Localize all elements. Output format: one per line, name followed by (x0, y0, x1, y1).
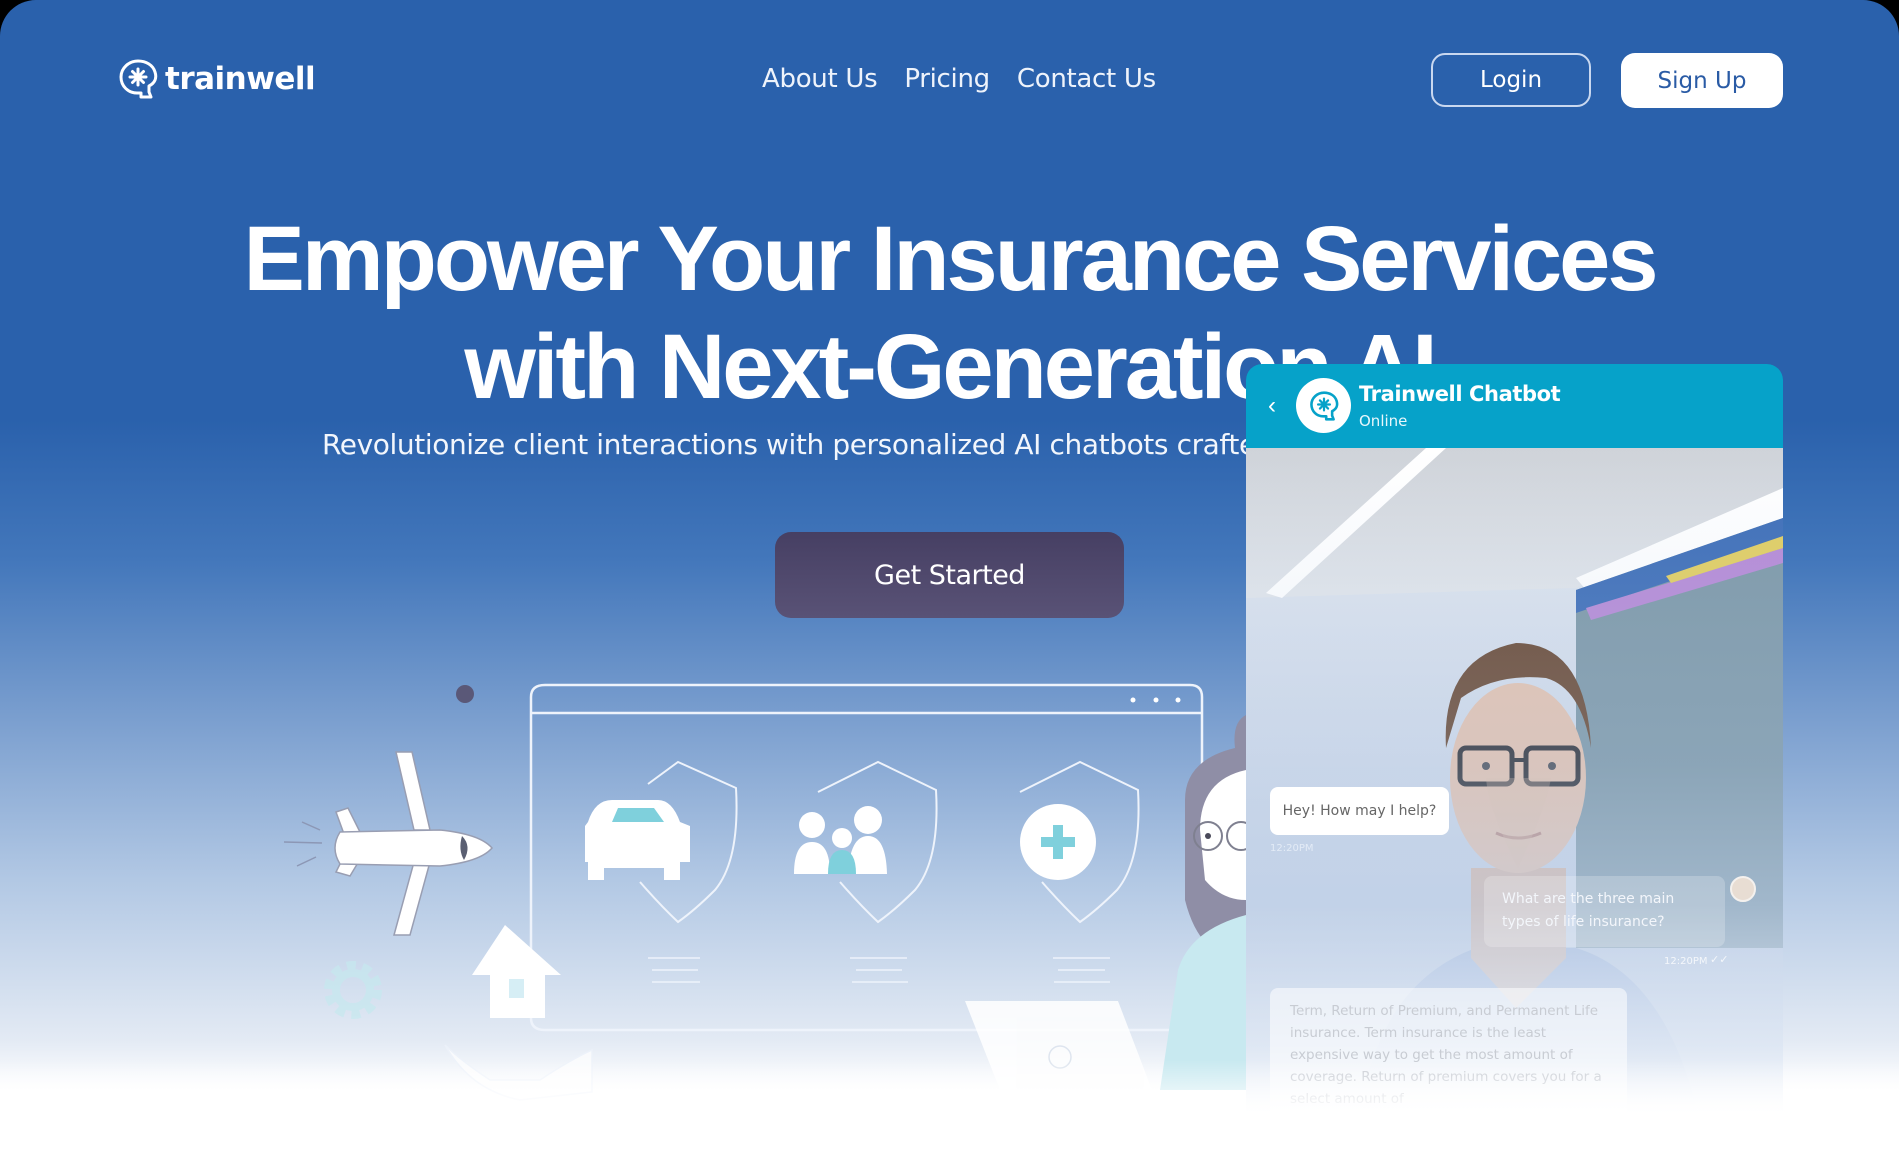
login-button[interactable]: Login (1431, 53, 1591, 107)
car-shield-icon (585, 760, 738, 983)
health-shield-icon (1019, 760, 1140, 983)
chatbot-widget: ‹ Trainwell Chatbot Online Hey! How may … (1246, 364, 1783, 1152)
hero-subtitle: Revolutionize client interactions with p… (322, 428, 1274, 461)
chevron-left-icon[interactable]: ‹ (1268, 392, 1276, 420)
chatbot-name: Trainwell Chatbot (1359, 382, 1561, 406)
family-shield-icon (794, 760, 938, 983)
get-started-button[interactable]: Get Started (775, 532, 1124, 618)
hero-title-line1: Empower Your Insurance Services (243, 208, 1658, 310)
chat-message-user: What are the three main types of life in… (1484, 876, 1725, 947)
house-icon (472, 925, 561, 1018)
chatbot-status: Online (1359, 412, 1408, 430)
person-with-laptop (1160, 715, 1256, 1090)
airplane-icon (283, 751, 493, 936)
head-asterisk-icon (1309, 390, 1338, 421)
laptop (965, 1001, 1152, 1090)
hand-icon (444, 1044, 593, 1101)
head-asterisk-icon (119, 59, 158, 99)
chat-header: ‹ Trainwell Chatbot Online (1246, 364, 1783, 448)
double-check-icon: ✓✓ (1710, 954, 1729, 966)
chat-message-bot-reply: Term, Return of Premium, and Permanent L… (1270, 988, 1627, 1152)
decor-dot (456, 685, 474, 703)
nav-contact-us[interactable]: Contact Us (1017, 64, 1156, 94)
signup-button[interactable]: Sign Up (1621, 53, 1783, 108)
landing-page: trainwell About Us Pricing Contact Us Lo… (0, 0, 1899, 1152)
nav-pricing[interactable]: Pricing (904, 64, 990, 94)
brand-logo[interactable]: trainwell (115, 56, 316, 102)
chatbot-avatar (1296, 378, 1351, 433)
gear-icon (324, 961, 382, 1019)
message-timestamp: 12:20PM (1270, 843, 1314, 854)
brand-name: trainwell (165, 61, 316, 97)
window-dots (1130, 697, 1181, 703)
browser-window-frame (529, 683, 1204, 1032)
message-timestamp: 12:20PM (1664, 956, 1708, 967)
chat-message-bot: Hey! How may I help? (1270, 787, 1449, 835)
nav-about-us[interactable]: About Us (762, 64, 878, 94)
main-nav: About Us Pricing Contact Us (762, 64, 1156, 94)
user-avatar (1730, 876, 1756, 902)
